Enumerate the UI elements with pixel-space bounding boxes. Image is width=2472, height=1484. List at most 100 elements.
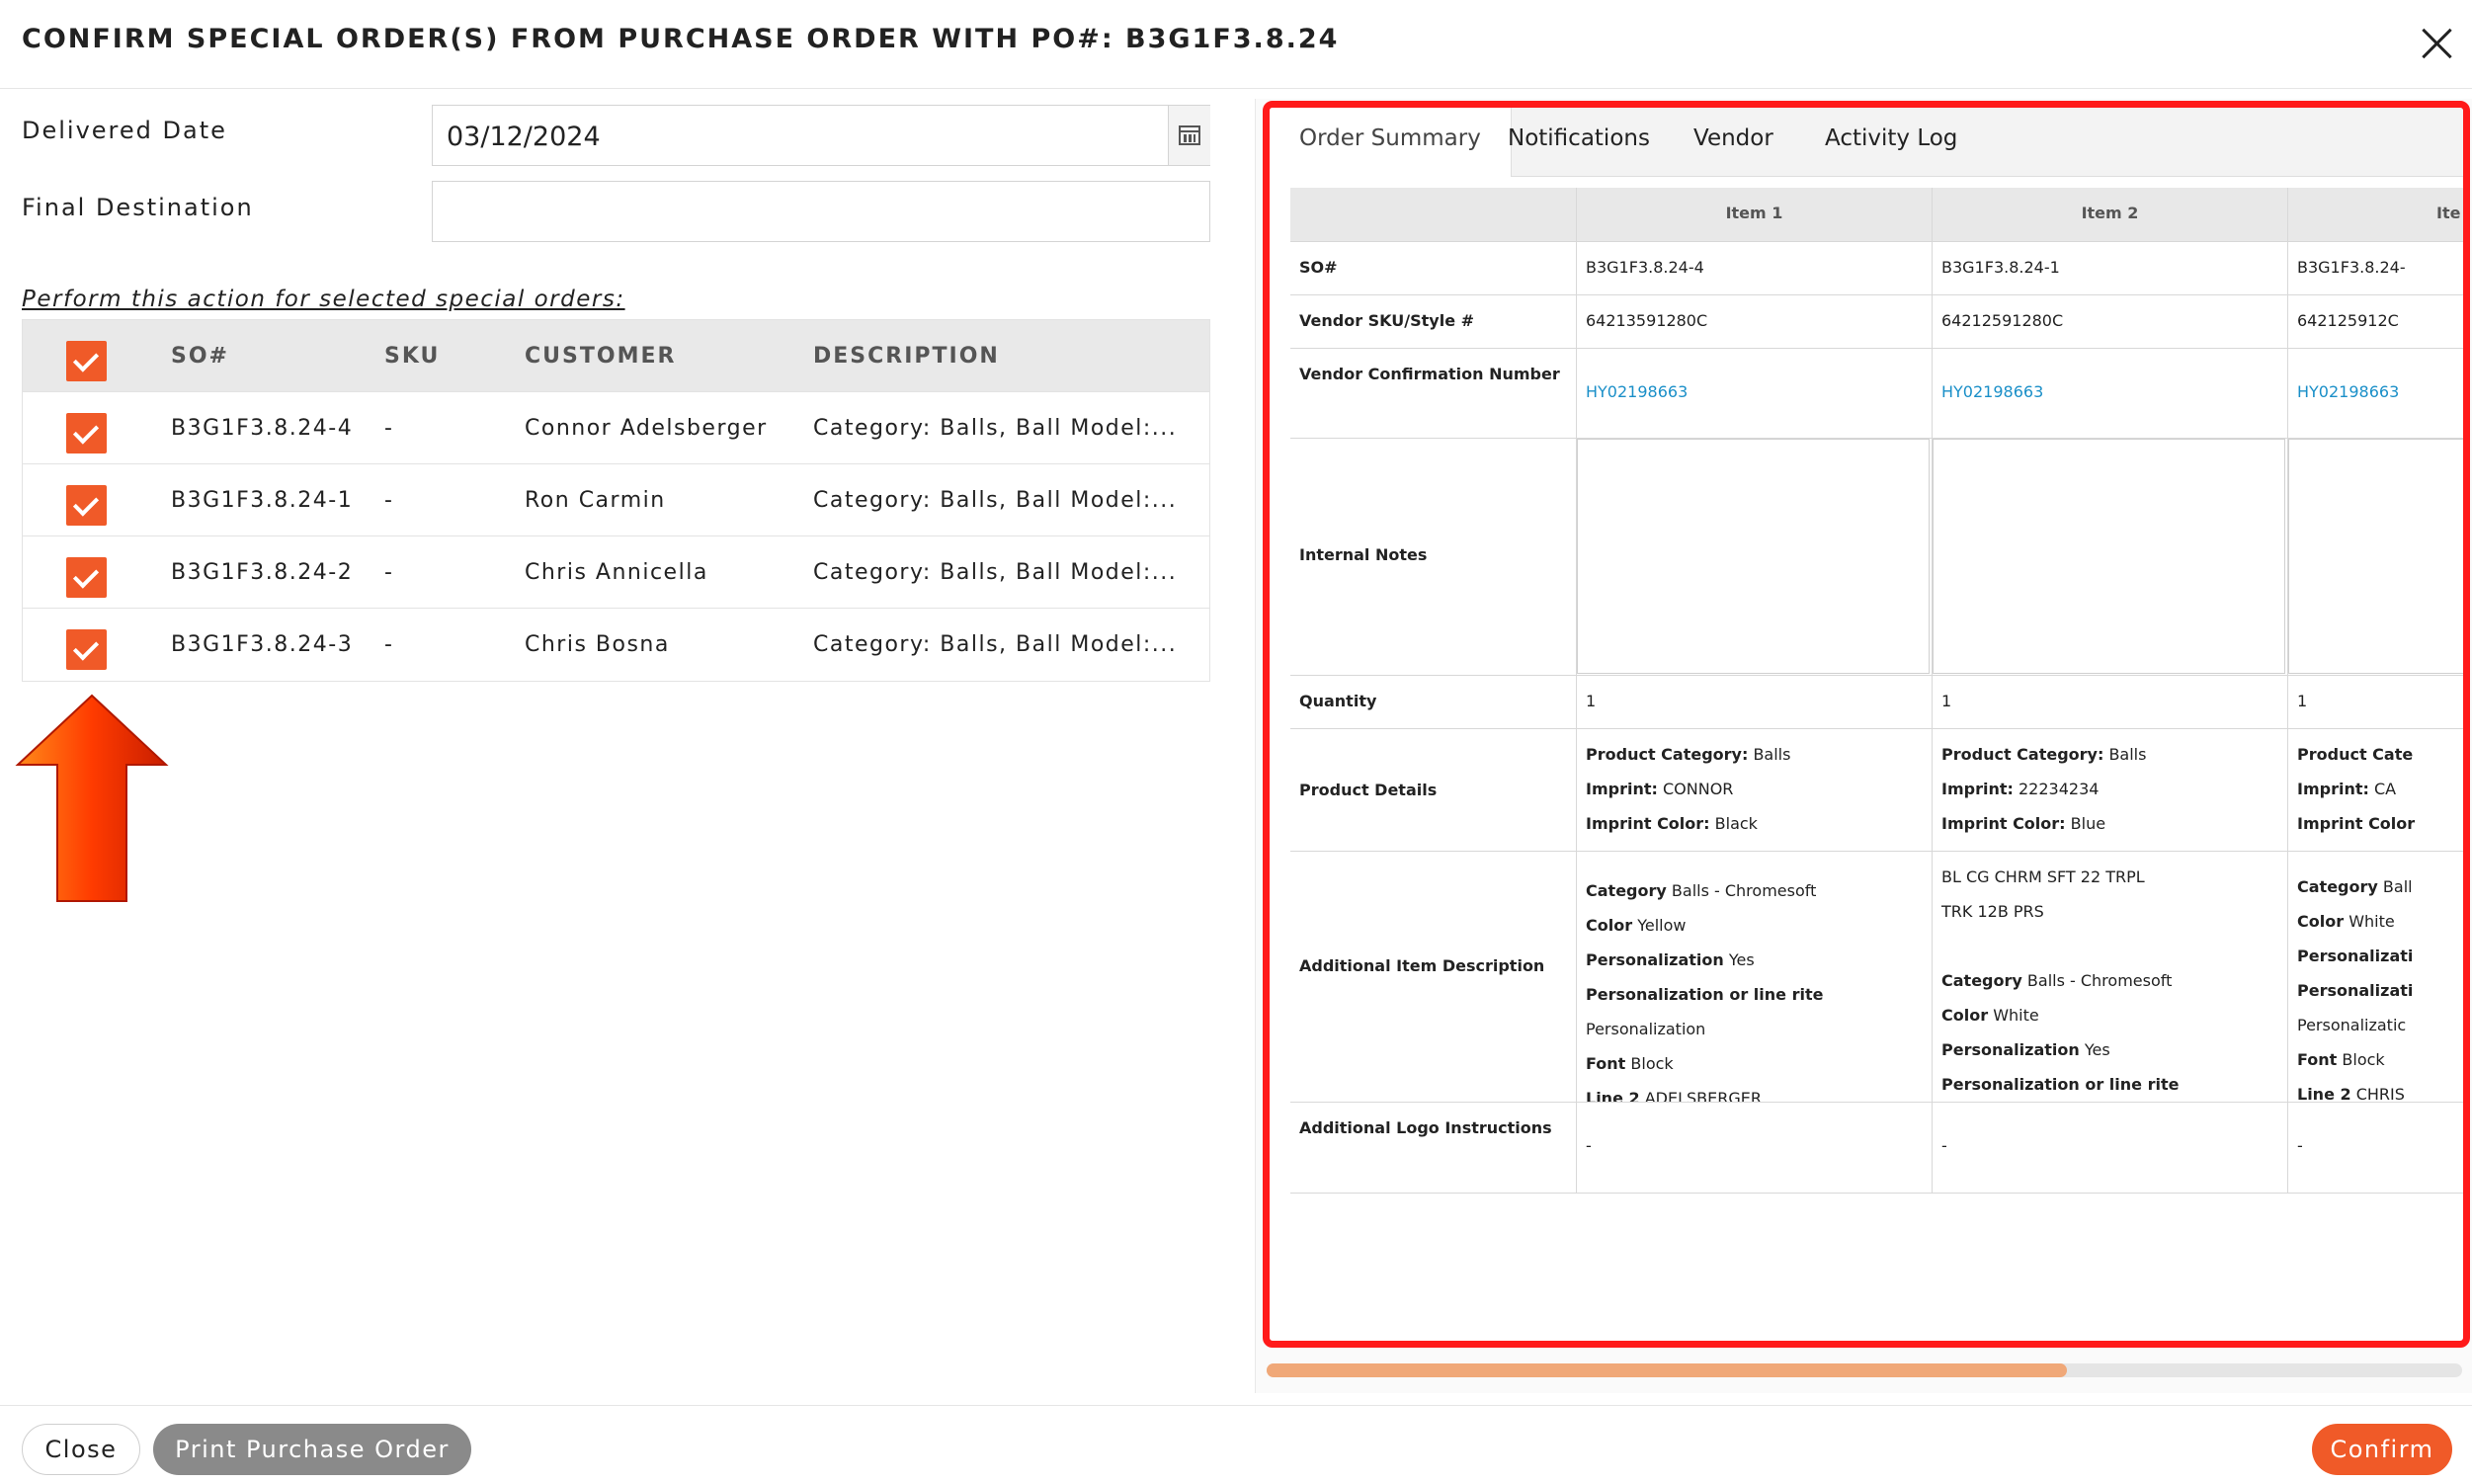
description-key: Color bbox=[1941, 1006, 1989, 1025]
tab-activity-log[interactable]: Activity Log bbox=[1825, 125, 1957, 151]
summary-cell: 1 bbox=[2288, 676, 2463, 729]
description-cell: Category Balls - Chromesoft Color Yellow P… bbox=[1577, 852, 1933, 1103]
row-label-product-details: Product Details bbox=[1290, 729, 1577, 852]
vendor-confirmation-link[interactable]: HY02198663 bbox=[1933, 349, 2288, 439]
description-key: Color bbox=[1586, 916, 1633, 935]
detail-key: Imprint: bbox=[1586, 780, 1658, 798]
internal-notes-textarea[interactable] bbox=[1933, 439, 2285, 674]
description-line: Category Ball bbox=[2297, 869, 2463, 904]
description-value: Yes bbox=[1728, 950, 1755, 969]
final-destination-input[interactable] bbox=[432, 181, 1210, 242]
column-header-sku: SKU bbox=[384, 344, 441, 369]
description-value: Yes bbox=[2084, 1040, 2110, 1059]
vendor-confirmation-link[interactable]: HY02198663 bbox=[1577, 349, 1933, 439]
description-cell: Category Ball Color White Personalizati Per… bbox=[2288, 852, 2463, 1103]
description-value: Block bbox=[2342, 1050, 2385, 1069]
description-line: Line 2 CHRIS bbox=[2297, 1077, 2463, 1102]
select-all-checkbox[interactable] bbox=[66, 341, 107, 381]
description-line: BL CG CHRM SFT 22 TRPL bbox=[1941, 867, 2145, 886]
row-checkbox[interactable] bbox=[66, 629, 107, 670]
description-line: Color White bbox=[2297, 904, 2463, 939]
column-header-customer: CUSTOMER bbox=[525, 344, 677, 369]
internal-notes-textarea[interactable] bbox=[2288, 439, 2463, 674]
tab-notifications[interactable]: Notifications bbox=[1508, 125, 1650, 151]
detail-value: Black bbox=[1714, 814, 1758, 833]
row-label-additional-description: Additional Item Description bbox=[1290, 852, 1577, 1103]
description: Category: Balls, Ball Model:... bbox=[813, 488, 1178, 513]
summary-cell: 1 bbox=[1933, 676, 2288, 729]
row-checkbox[interactable] bbox=[66, 485, 107, 526]
description-line: TRK 12B PRS bbox=[1941, 902, 2044, 921]
summary-cell: - bbox=[1577, 1103, 1933, 1194]
detail-key: Imprint Color: bbox=[1586, 814, 1710, 833]
so-number: B3G1F3.8.24-4 bbox=[171, 416, 354, 441]
description-key: Color bbox=[2297, 912, 2345, 931]
description-line: Personalization or line rite bbox=[1586, 977, 1923, 1012]
so-number: B3G1F3.8.24-2 bbox=[171, 560, 354, 585]
calendar-button[interactable] bbox=[1168, 106, 1210, 165]
description-line: Font Block bbox=[1586, 1046, 1923, 1081]
row-label-internal-notes: Internal Notes bbox=[1290, 439, 1577, 676]
vendor-confirmation-link[interactable]: HY02198663 bbox=[2288, 349, 2463, 439]
detail-value: 22234234 bbox=[2018, 780, 2100, 798]
close-button[interactable]: Close bbox=[22, 1424, 140, 1475]
summary-cell: B3G1F3.8.24-4 bbox=[1577, 242, 1933, 295]
summary-cell: B3G1F3.8.24- bbox=[2288, 242, 2463, 295]
table-row[interactable]: B3G1F3.8.24-4 - Connor Adelsberger Categ… bbox=[23, 392, 1209, 464]
sku: - bbox=[384, 416, 394, 441]
summary-header-blank bbox=[1290, 188, 1577, 242]
detail-key: Imprint Color: bbox=[1941, 814, 2066, 833]
internal-notes-textarea[interactable] bbox=[1577, 439, 1930, 674]
summary-cell: 64213591280C bbox=[1577, 295, 1933, 349]
scrollbar-thumb[interactable] bbox=[1267, 1363, 2067, 1377]
close-icon[interactable] bbox=[2416, 22, 2459, 65]
description-value: Block bbox=[1630, 1054, 1674, 1073]
column-header-description: DESCRIPTION bbox=[813, 344, 1000, 369]
customer: Connor Adelsberger bbox=[525, 416, 768, 441]
description-line: Category Balls - Chromesoft bbox=[1941, 963, 2278, 998]
description-key: Personalization bbox=[1586, 950, 1724, 969]
detail-key: Imprint: bbox=[2297, 780, 2369, 798]
detail-value: Balls bbox=[2108, 745, 2147, 764]
product-details-cell: Product Cate Imprint: CA Imprint Color bbox=[2288, 729, 2463, 852]
horizontal-scrollbar[interactable] bbox=[1267, 1363, 2462, 1377]
description-line: Line 2 ADELSBERGER bbox=[1586, 1081, 1923, 1103]
description-value: Balls - Chromesoft bbox=[2026, 971, 2173, 990]
customer: Chris Annicella bbox=[525, 560, 708, 585]
description-cell: BL CG CHRM SFT 22 TRPL TRK 12B PRS Categor… bbox=[1933, 852, 2288, 1103]
confirm-button[interactable]: Confirm bbox=[2312, 1424, 2452, 1475]
row-label-so: SO# bbox=[1290, 242, 1577, 295]
detail-key: Imprint: bbox=[1941, 780, 2014, 798]
item-header: Ite bbox=[2288, 188, 2463, 242]
table-row[interactable]: B3G1F3.8.24-2 - Chris Annicella Category… bbox=[23, 536, 1209, 609]
detail-value: CA bbox=[2373, 780, 2397, 798]
description-line: Personalization or line rite bbox=[1941, 1067, 2278, 1102]
row-checkbox[interactable] bbox=[66, 413, 107, 453]
description: Category: Balls, Ball Model:... bbox=[813, 560, 1178, 585]
tab-vendor[interactable]: Vendor bbox=[1693, 125, 1773, 151]
summary-cell: B3G1F3.8.24-1 bbox=[1933, 242, 2288, 295]
so-number: B3G1F3.8.24-1 bbox=[171, 488, 354, 513]
table-header-row: SO# SKU CUSTOMER DESCRIPTION bbox=[23, 320, 1209, 392]
description: Category: Balls, Ball Model:... bbox=[813, 416, 1178, 441]
delivered-date-input[interactable]: 03/12/2024 bbox=[432, 105, 1210, 166]
detail-value: Balls bbox=[1753, 745, 1791, 764]
sku: - bbox=[384, 632, 394, 657]
detail-value: CONNOR bbox=[1662, 780, 1734, 798]
table-row[interactable]: B3G1F3.8.24-1 - Ron Carmin Category: Bal… bbox=[23, 464, 1209, 536]
row-checkbox[interactable] bbox=[66, 557, 107, 598]
calendar-icon bbox=[1179, 125, 1200, 145]
description-key: Personalizati bbox=[2297, 981, 2414, 1000]
tab-order-summary[interactable]: Order Summary bbox=[1270, 108, 1512, 177]
dialog-header: CONFIRM SPECIAL ORDER(S) FROM PURCHASE O… bbox=[0, 0, 2472, 89]
table-row[interactable]: B3G1F3.8.24-3 - Chris Bosna Category: Ba… bbox=[23, 609, 1209, 681]
description-value: Yellow bbox=[1637, 916, 1687, 935]
description-value: Personalizatic bbox=[2297, 1016, 2407, 1034]
description-key: Line 2 bbox=[1586, 1089, 1640, 1103]
perform-action-label: Perform this action for selected special… bbox=[22, 287, 625, 312]
print-purchase-order-button[interactable]: Print Purchase Order bbox=[153, 1424, 471, 1475]
description-line: Personalizatic bbox=[2297, 1008, 2463, 1042]
detail-key: Product Cate bbox=[2297, 745, 2414, 764]
row-label-vendor-confirmation: Vendor Confirmation Number bbox=[1290, 349, 1577, 439]
description-line: Personalization bbox=[1586, 1012, 1923, 1046]
